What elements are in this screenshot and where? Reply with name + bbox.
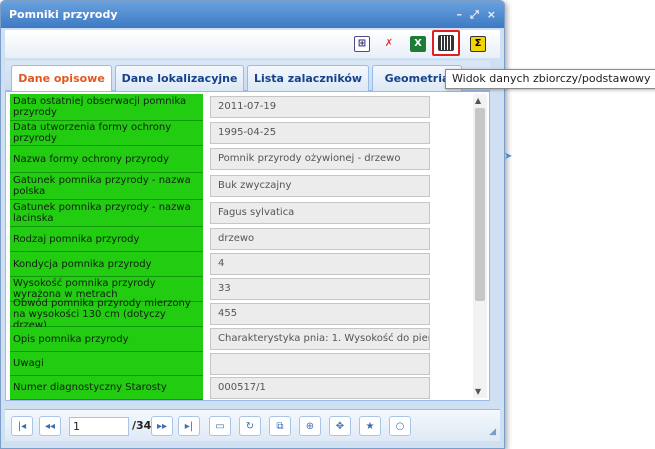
- scroll-up-icon[interactable]: ▲: [475, 96, 481, 105]
- scroll-down-icon[interactable]: ▼: [475, 387, 481, 396]
- close-icon[interactable]: ×: [487, 1, 496, 28]
- field-label: Data ostatniej obserwacji pomnika przyro…: [10, 94, 203, 121]
- toolbar: ⊞ ✗ X Σ: [5, 30, 500, 58]
- tab-dane-opisowe[interactable]: Dane opisowe: [11, 65, 112, 92]
- first-page-button[interactable]: |◂: [11, 416, 33, 436]
- field-value[interactable]: Fagus sylvatica: [210, 202, 430, 224]
- tab-lista-zalacznikow[interactable]: Lista zalaczników: [247, 65, 369, 91]
- field-label: Data utworzenia formy ochrony przyrody: [10, 121, 203, 146]
- sum-button[interactable]: Σ: [467, 34, 489, 54]
- zoom-to-button[interactable]: ⊕: [299, 416, 321, 436]
- maximize-icon[interactable]: ⤢: [470, 1, 479, 28]
- delete-cross-icon: ✗: [384, 38, 394, 49]
- folder-icon: ▭: [215, 420, 225, 432]
- window-controls: – ⤢ ×: [456, 1, 496, 28]
- field-value[interactable]: [210, 353, 430, 375]
- open-folder-button[interactable]: ▭: [209, 416, 231, 436]
- report-button[interactable]: ⊞: [351, 34, 373, 54]
- field-value[interactable]: Charakterystyka pnia: 1. Wysokość do pie…: [210, 328, 430, 350]
- minimize-icon[interactable]: –: [456, 1, 462, 28]
- previous-page-icon: ◂◂: [44, 420, 56, 432]
- toggle-summary-view-button[interactable]: [432, 30, 460, 56]
- copy-icon: ⧉: [276, 420, 284, 432]
- field-label: Gatunek pomnika przyrody - nazwa lacinsk…: [10, 200, 203, 227]
- field-label: Gatunek pomnika przyrody - nazwa polska: [10, 173, 203, 200]
- tab-dane-lokalizacyjne[interactable]: Dane lokalizacyjne: [115, 65, 244, 91]
- tab-strip: Dane opisowe Dane lokalizacyjne Lista za…: [5, 61, 490, 92]
- window-title: Pomniki przyrody: [9, 8, 118, 21]
- field-label: Nazwa formy ochrony przyrody: [10, 146, 203, 173]
- next-page-icon: ▸▸: [156, 420, 168, 432]
- field-value[interactable]: 33: [210, 278, 430, 300]
- last-page-button[interactable]: ▸|: [178, 416, 200, 436]
- field-label: Rodzaj pomnika przyrody: [10, 227, 203, 252]
- copy-button[interactable]: ⧉: [269, 416, 291, 436]
- magnifier-icon: ⊕: [305, 420, 315, 432]
- scroll-thumb[interactable]: [475, 108, 485, 301]
- field-value[interactable]: 4: [210, 253, 430, 275]
- field-label: Obwód pomnika przyrody mierzony na wysok…: [10, 298, 203, 331]
- excel-icon: X: [410, 36, 426, 52]
- next-page-button[interactable]: ▸▸: [151, 416, 173, 436]
- field-value[interactable]: drzewo: [210, 228, 430, 250]
- field-value[interactable]: 1995-04-25: [210, 122, 430, 144]
- field-value[interactable]: 000517/1: [210, 377, 430, 399]
- refresh-icon: ↻: [245, 420, 255, 432]
- last-page-icon: ▸|: [184, 420, 194, 432]
- field-value[interactable]: 455: [210, 303, 430, 325]
- delete-button[interactable]: ✗: [378, 34, 400, 54]
- report-icon: ⊞: [354, 36, 370, 52]
- pan-button[interactable]: ✥: [329, 416, 351, 436]
- vertical-scrollbar[interactable]: ▲ ▼: [473, 94, 487, 398]
- field-label: Numer diagnostyczny Starosty: [10, 376, 203, 400]
- field-label: Uwagi: [10, 352, 203, 376]
- field-label: Kondycja pomnika przyrody: [10, 252, 203, 277]
- field-value[interactable]: 2011-07-19: [210, 96, 430, 118]
- star-icon: ★: [365, 420, 375, 432]
- toolbar-tooltip: Widok danych zbiorczy/podstawowy: [445, 69, 655, 89]
- field-value[interactable]: Buk zwyczajny: [210, 175, 430, 197]
- field-value[interactable]: Pomnik przyrody ożywionej - drzewo: [210, 148, 430, 170]
- resize-grip-icon[interactable]: ◢: [489, 427, 496, 437]
- sigma-icon: Σ: [470, 36, 486, 52]
- first-page-icon: |◂: [17, 420, 27, 432]
- descriptive-data-panel: Data ostatniej obserwacji pomnika przyro…: [5, 91, 490, 401]
- page-total: /34: [132, 419, 152, 432]
- records-window: Pomniki przyrody – ⤢ × ⊞ ✗ X Σ Dane opis…: [0, 0, 505, 449]
- page-number-input[interactable]: 1: [69, 417, 129, 436]
- export-excel-button[interactable]: X: [407, 34, 429, 54]
- favorite-button[interactable]: ★: [359, 416, 381, 436]
- circle-icon: ○: [395, 420, 405, 432]
- move-icon: ✥: [335, 420, 345, 432]
- field-label: Opis pomnika przyrody: [10, 327, 203, 352]
- refresh-button[interactable]: ↻: [239, 416, 261, 436]
- previous-page-button[interactable]: ◂◂: [39, 416, 61, 436]
- circle-tool-button[interactable]: ○: [389, 416, 411, 436]
- paging-toolbar: |◂ ◂◂ 1 /34 ▸▸ ▸| ▭ ↻ ⧉ ⊕ ✥ ★ ○ ◢: [5, 409, 500, 441]
- map-pointer-icon: ➤: [504, 151, 513, 162]
- window-titlebar[interactable]: Pomniki przyrody – ⤢ ×: [1, 1, 504, 28]
- grid-view-icon: [438, 35, 454, 51]
